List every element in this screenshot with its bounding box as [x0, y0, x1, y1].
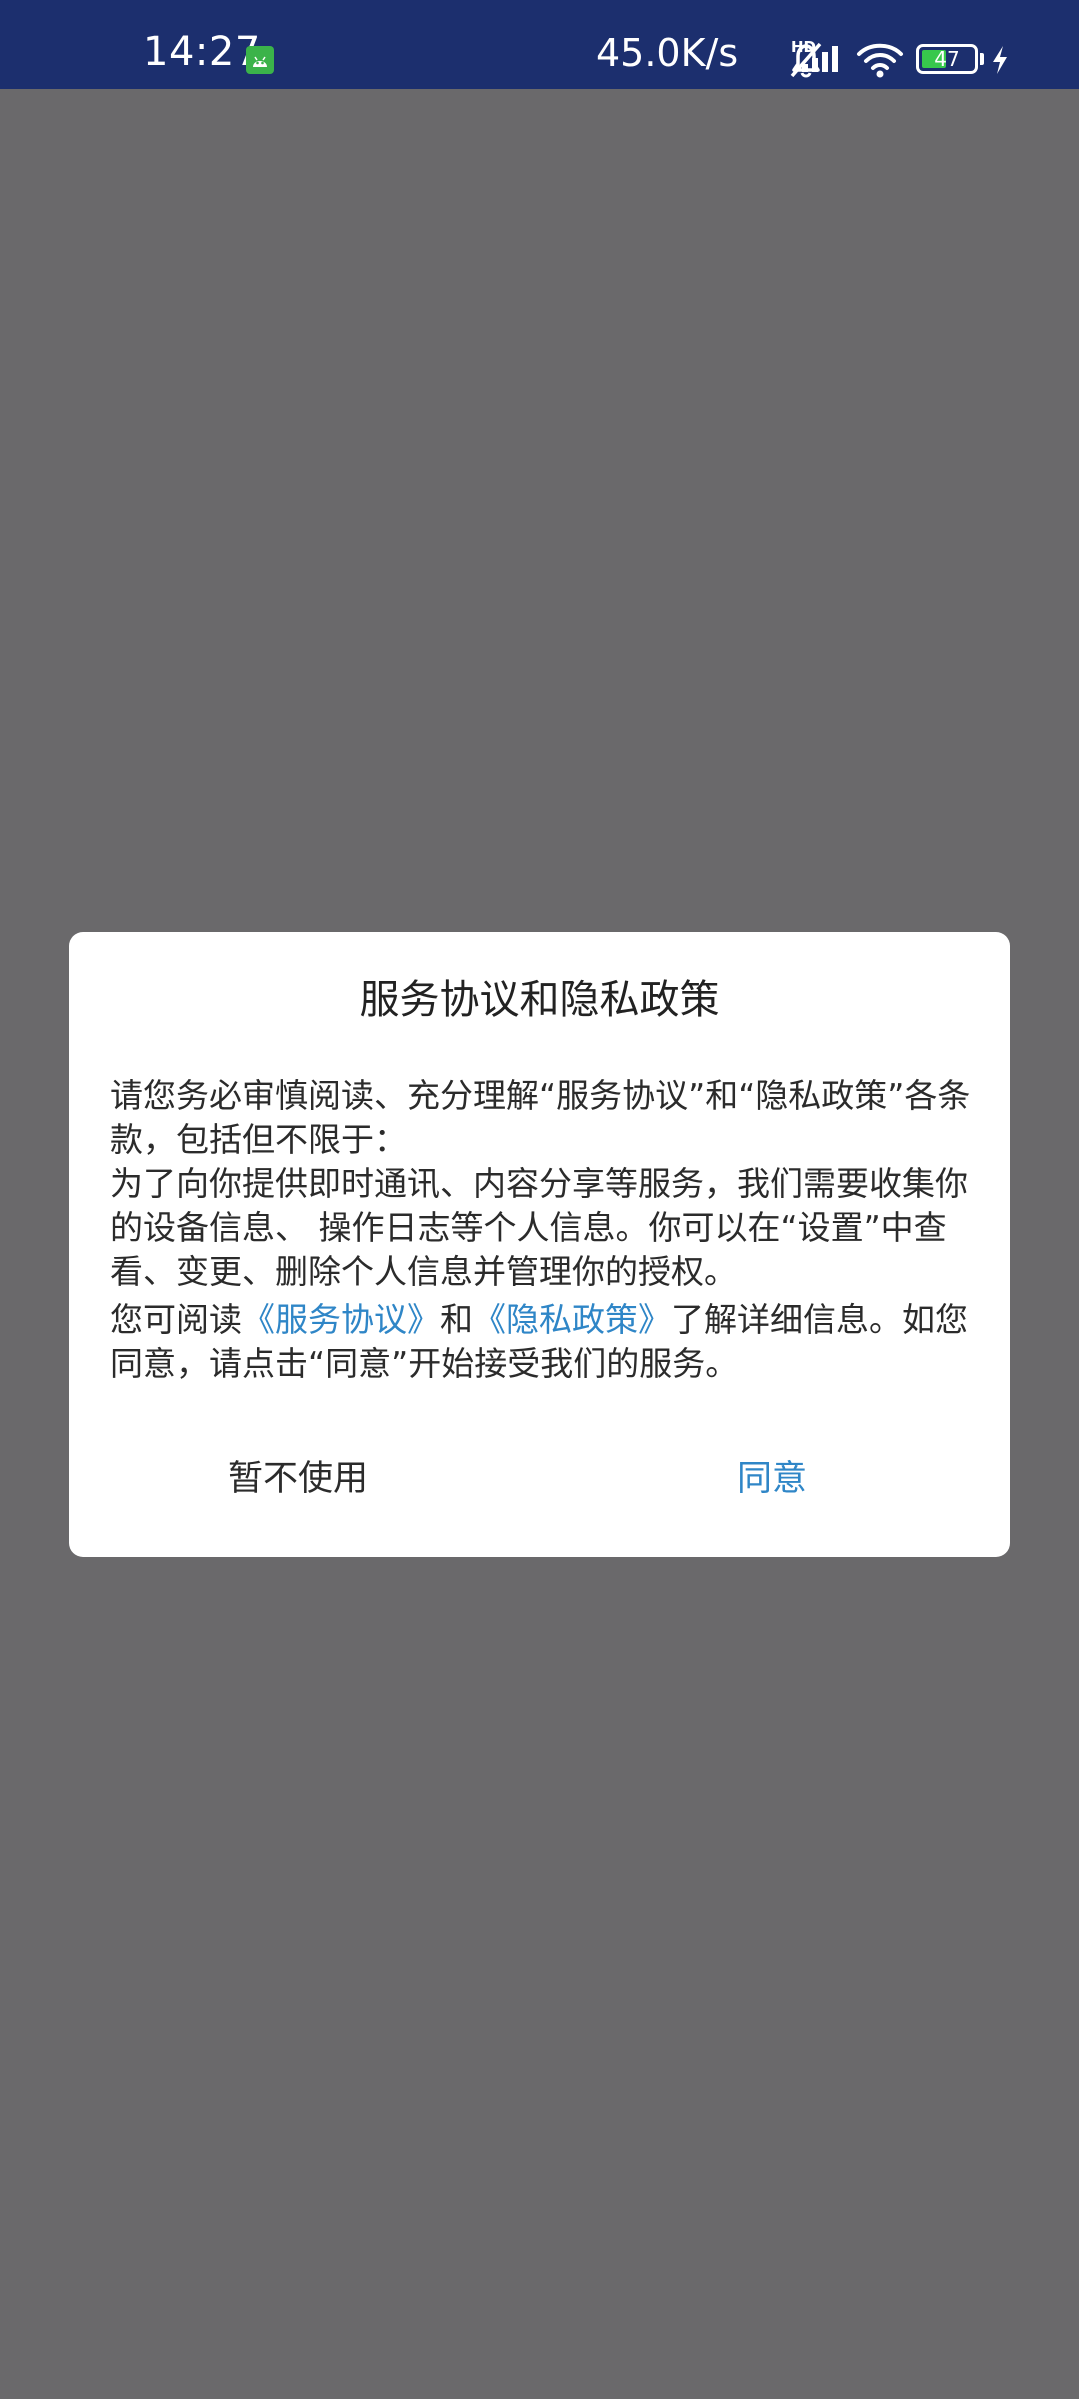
read-prefix: 您可阅读 [110, 1300, 242, 1339]
dialog-title: 服务协议和隐私政策 [359, 977, 720, 1023]
battery-icon: 47 [916, 44, 978, 74]
screen: 14:27 45.0K/s HD 47 服务协议和隐私政策 请您务必审慎阅读、充… [0, 0, 1079, 2399]
agree-button[interactable]: 同意 [737, 1454, 807, 1504]
agreement-paragraph: 您可阅读《服务协议》和《隐私政策》了解详细信息。如您同意，请点击“同意”开始接受… [110, 1298, 980, 1386]
battery-cap [980, 53, 984, 65]
dialog-body: 请您务必审慎阅读、充分理解“服务协议”和“隐私政策”各条款，包括但不限于： 为了… [110, 1074, 980, 1386]
battery-level: 47 [934, 47, 960, 71]
status-time: 14:27 [143, 29, 261, 75]
privacy-dialog: 服务协议和隐私政策 请您务必审慎阅读、充分理解“服务协议”和“隐私政策”各条款，… [69, 932, 1010, 1557]
privacy-policy-link[interactable]: 《隐私政策》 [473, 1300, 671, 1339]
android-app-icon [246, 46, 274, 74]
charging-bolt-icon [993, 46, 1007, 74]
service-agreement-link[interactable]: 《服务协议》 [242, 1300, 440, 1339]
cell-signal-icon [802, 46, 838, 72]
data-collection-paragraph: 为了向你提供即时通讯、内容分享等服务，我们需要收集你的设备信息、 操作日志等个人… [110, 1164, 968, 1291]
not-now-button[interactable]: 暂不使用 [228, 1454, 368, 1504]
intro-paragraph: 请您务必审慎阅读、充分理解“服务协议”和“隐私政策”各条款，包括但不限于： [110, 1076, 971, 1159]
wifi-icon [857, 43, 903, 78]
and-text: 和 [440, 1300, 473, 1339]
status-bar: 14:27 45.0K/s HD 47 [0, 0, 1079, 89]
network-speed: 45.0K/s [596, 31, 739, 75]
